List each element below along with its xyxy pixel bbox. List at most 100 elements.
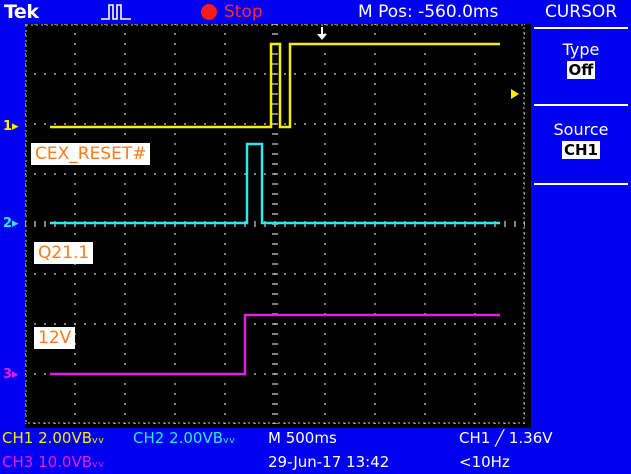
grid-dot (174, 225, 176, 227)
grid-dot (424, 403, 426, 405)
ch3-name: CH3 (2, 453, 34, 471)
grid-dot (124, 233, 126, 235)
grid-dot (74, 93, 76, 95)
grid-dot (314, 225, 316, 227)
grid-dot (324, 225, 326, 227)
grid-dot (274, 363, 276, 365)
grid-dot (174, 313, 176, 315)
grid-dot (474, 253, 476, 255)
menu-title: CURSOR (544, 2, 618, 22)
grid-dot (276, 293, 278, 295)
grid-dot (474, 53, 476, 55)
grid-dot (144, 173, 146, 175)
grid-dot (424, 303, 426, 305)
grid-dot (174, 323, 176, 325)
grid-dot (344, 123, 346, 125)
grid-dot (384, 323, 386, 325)
grid-dot (84, 173, 86, 175)
grid-dot (144, 273, 146, 275)
grid-dot (144, 225, 146, 227)
grid-dot (276, 133, 278, 135)
grid-dot (44, 273, 46, 275)
grid-dot (294, 373, 296, 375)
grid-dot (314, 323, 316, 325)
grid-dot (474, 353, 476, 355)
grid-dot (174, 183, 176, 185)
grid-dot (25, 133, 26, 135)
grid-dot (174, 43, 176, 45)
ch2-readout[interactable]: CH2 2.00VBᵥᵥ (133, 428, 236, 448)
grid-dot (25, 303, 26, 305)
grid-dot (44, 24, 46, 25)
grid-dot (124, 193, 126, 195)
ch1-marker[interactable]: 1▸ (3, 120, 19, 134)
grid-dot (174, 73, 176, 75)
grid-dot (504, 273, 506, 275)
grid-dot (344, 273, 346, 275)
grid-dot (174, 263, 176, 265)
grid-dot (276, 183, 278, 185)
grid-dot (414, 373, 416, 375)
grid-dot (404, 225, 406, 227)
grid-dot (324, 303, 326, 305)
grid-dot (74, 273, 76, 275)
grid-dot (294, 123, 296, 125)
grid-dot (444, 24, 446, 25)
grid-dot (404, 323, 406, 325)
grid-dot (384, 123, 386, 125)
grid-dot (25, 103, 26, 105)
grid-dot (174, 63, 176, 65)
grid-dot (494, 73, 496, 75)
grid-dot (424, 73, 426, 75)
grid-dot (276, 63, 278, 65)
ch1-readout[interactable]: CH1 2.00VBᵥᵥ (2, 428, 105, 448)
grid-dot (324, 113, 326, 115)
grid-dot (274, 203, 276, 205)
horizontal-position-readout: M Pos: -560.0ms (358, 2, 499, 22)
cursor-type-button[interactable]: Type Off (531, 40, 631, 100)
grid-dot (114, 123, 116, 125)
grid-dot (94, 24, 96, 25)
grid-dot (314, 273, 316, 275)
grid-dot (124, 173, 126, 175)
grid-dot (254, 123, 256, 125)
grid-dot (434, 173, 436, 175)
grid-dot (274, 303, 276, 305)
grid-dot (274, 263, 276, 265)
grid-dot (25, 43, 26, 45)
grid-dot (94, 273, 96, 275)
grid-dot (494, 323, 496, 325)
ch2-name: CH2 (133, 429, 165, 447)
grid-dot (34, 323, 36, 325)
grid-dot (434, 273, 436, 275)
grid-dot (474, 263, 476, 265)
grid-dot (174, 33, 176, 35)
grid-dot (25, 63, 26, 65)
ch3-marker[interactable]: 3▸ (3, 368, 19, 382)
grid-dot (224, 293, 226, 295)
ch2-marker[interactable]: 2▸ (3, 217, 19, 231)
grid-dot (272, 83, 274, 85)
grid-dot (25, 163, 26, 165)
grid-dot (324, 63, 326, 65)
grid-dot (384, 73, 386, 75)
cursor-source-button[interactable]: Source CH1 (531, 120, 631, 180)
grid-dot (54, 73, 56, 75)
grid-dot (272, 343, 274, 345)
grid-dot (74, 313, 76, 315)
grid-dot (25, 233, 26, 235)
ch3-readout[interactable]: CH3 10.0VBᵥᵥ (2, 452, 105, 472)
trigger-level-icon (511, 89, 519, 99)
grid-dot (134, 323, 136, 325)
grid-dot (124, 413, 126, 415)
grid-dot (374, 153, 376, 155)
grid-dot (424, 143, 426, 145)
grid-dot (124, 213, 126, 215)
grid-dot (124, 383, 126, 385)
grid-dot (224, 163, 226, 165)
grid-dot (374, 203, 376, 205)
grid-dot (274, 63, 276, 65)
grid-dot (224, 43, 226, 45)
grid-dot (224, 283, 226, 285)
grid-dot (272, 273, 274, 275)
